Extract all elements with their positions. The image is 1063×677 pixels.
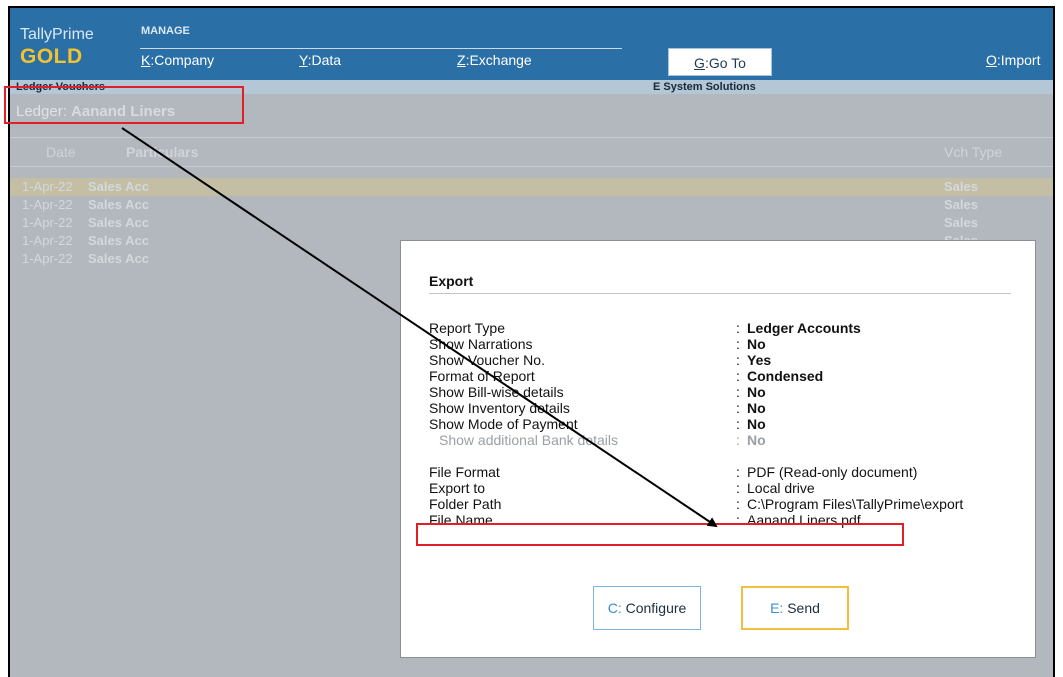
- manage-label: MANAGE: [141, 25, 190, 37]
- row-vch-type: Sales: [944, 215, 978, 230]
- field-colon: :: [736, 368, 740, 384]
- field-colon: :: [736, 416, 740, 432]
- field-folder-path[interactable]: Folder Path : C:\Program Files\TallyPrim…: [429, 496, 1019, 512]
- company-name: E System Solutions: [653, 81, 756, 93]
- row-particulars: Sales Acc: [88, 215, 149, 230]
- send-button[interactable]: E: Send: [741, 586, 849, 630]
- field-show-inventory[interactable]: Show Inventory details : No: [429, 400, 1019, 416]
- menu-exchange-key: Z: [457, 52, 466, 68]
- field-report-type[interactable]: Report Type : Ledger Accounts: [429, 320, 1019, 336]
- highlight-file-name: [416, 523, 904, 546]
- field-label: Show Voucher No.: [429, 352, 545, 368]
- menu-exchange-label: Exchange: [469, 52, 532, 68]
- configure-label: Configure: [625, 600, 687, 616]
- dialog-divider: [429, 293, 1011, 294]
- field-colon: :: [736, 432, 740, 448]
- field-show-bill-wise[interactable]: Show Bill-wise details : No: [429, 384, 1019, 400]
- menu-import-label: Import: [1000, 52, 1041, 68]
- field-colon: :: [736, 320, 740, 336]
- menu-goto-label: Go To: [708, 55, 746, 71]
- column-header-date: Date: [46, 144, 76, 160]
- row-date: 1-Apr-22: [22, 179, 73, 194]
- field-colon: :: [736, 496, 740, 512]
- field-value: No: [747, 384, 766, 400]
- field-label: Export to: [429, 480, 486, 496]
- menu-data-label: Data: [311, 52, 342, 68]
- field-value: C:\Program Files\TallyPrime\export: [747, 496, 964, 512]
- send-label: Send: [787, 600, 820, 616]
- field-value: Condensed: [747, 368, 824, 384]
- field-value: Yes: [747, 352, 772, 368]
- row-vch-type: Sales: [944, 197, 978, 212]
- row-particulars: Sales Acc: [88, 233, 149, 248]
- field-label: Folder Path: [429, 496, 502, 512]
- field-colon: :: [736, 352, 740, 368]
- table-row[interactable]: 1-Apr-22 Sales Acc Sales: [10, 196, 1053, 214]
- menu-exchange[interactable]: Z:Exchange: [457, 52, 532, 68]
- menu-goto[interactable]: G:Go To: [668, 48, 772, 76]
- app-name: TallyPrime: [20, 26, 94, 43]
- field-colon: :: [736, 384, 740, 400]
- field-export-to[interactable]: Export to : Local drive: [429, 480, 1019, 496]
- field-show-bank-details: Show additional Bank details : No: [429, 432, 1019, 448]
- column-header-particulars: Particulars: [126, 144, 199, 160]
- configure-button[interactable]: C: Configure: [593, 586, 701, 630]
- dialog-title: Export: [429, 273, 474, 289]
- field-colon: :: [736, 480, 740, 496]
- menu-import[interactable]: O:Import: [986, 52, 1040, 68]
- field-colon: :: [736, 336, 740, 352]
- row-particulars: Sales Acc: [88, 179, 149, 194]
- field-label: Show Mode of Payment: [429, 416, 578, 432]
- divider: [10, 166, 1053, 167]
- field-colon: :: [736, 464, 740, 480]
- field-colon: :: [736, 400, 740, 416]
- table-row[interactable]: 1-Apr-22 Sales Acc Sales: [10, 178, 1053, 196]
- row-vch-type: Sales: [944, 179, 978, 194]
- field-label: Report Type: [429, 320, 506, 336]
- menu-goto-key: G: [694, 55, 705, 71]
- field-value: Local drive: [747, 480, 815, 496]
- field-value: Ledger Accounts: [747, 320, 861, 336]
- manage-divider: [140, 48, 622, 49]
- highlight-ledger-name: [4, 86, 244, 124]
- field-label: Show Bill-wise details: [429, 384, 564, 400]
- row-particulars: Sales Acc: [88, 251, 149, 266]
- row-particulars: Sales Acc: [88, 197, 149, 212]
- column-header-vch-type: Vch Type: [944, 144, 1003, 160]
- menu-data-key: Y: [299, 52, 308, 68]
- row-date: 1-Apr-22: [22, 251, 73, 266]
- row-date: 1-Apr-22: [22, 233, 73, 248]
- field-label: Format of Report: [429, 368, 535, 384]
- divider: [10, 137, 1053, 138]
- app-edition: GOLD: [20, 45, 83, 68]
- field-format-of-report[interactable]: Format of Report : Condensed: [429, 368, 1019, 384]
- field-value: No: [747, 400, 766, 416]
- field-value: No: [747, 432, 766, 448]
- menu-data[interactable]: Y:Data: [299, 52, 341, 68]
- field-value: No: [747, 336, 766, 352]
- field-label: Show additional Bank details: [439, 432, 619, 448]
- export-dialog: Export Report Type : Ledger Accounts Sho…: [400, 240, 1036, 658]
- field-label: Show Narrations: [429, 336, 533, 352]
- menu-import-key: O: [986, 52, 997, 68]
- field-label: Show Inventory details: [429, 400, 570, 416]
- row-date: 1-Apr-22: [22, 197, 73, 212]
- top-menu-bar: TallyPrime GOLD MANAGE K:Company Y:Data …: [10, 8, 1053, 80]
- field-show-narrations[interactable]: Show Narrations : No: [429, 336, 1019, 352]
- menu-company[interactable]: K:Company: [141, 52, 214, 68]
- field-label: File Format: [429, 464, 500, 480]
- field-value: No: [747, 416, 766, 432]
- menu-company-key: K: [141, 52, 151, 68]
- field-file-format[interactable]: File Format : PDF (Read-only document): [429, 464, 1019, 480]
- field-show-voucher-no[interactable]: Show Voucher No. : Yes: [429, 352, 1019, 368]
- field-value: PDF (Read-only document): [747, 464, 918, 480]
- configure-key: C: [607, 600, 618, 616]
- field-show-mode-of-payment[interactable]: Show Mode of Payment : No: [429, 416, 1019, 432]
- row-date: 1-Apr-22: [22, 215, 73, 230]
- table-row[interactable]: 1-Apr-22 Sales Acc Sales: [10, 214, 1053, 232]
- menu-company-label: Company: [154, 52, 215, 68]
